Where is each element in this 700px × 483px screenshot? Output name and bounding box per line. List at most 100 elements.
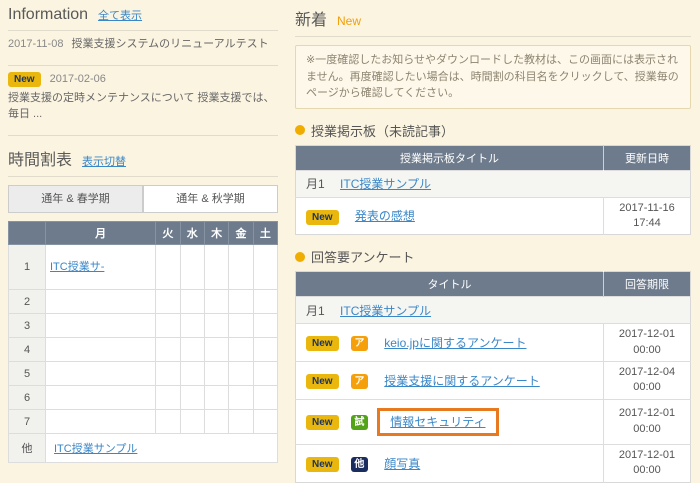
news-title: 新着 — [295, 6, 327, 30]
timetable-header: 時間割表 表示切替 — [8, 146, 278, 170]
notice-box: ※一度確認したお知らせやダウンロードした教材は、この画面には表示されません。再度… — [295, 45, 691, 109]
timetable-cell — [229, 362, 253, 386]
period-label: 3 — [9, 314, 46, 338]
display-toggle-link[interactable]: 表示切替 — [82, 153, 126, 169]
survey-section-title: 回答要アンケート — [295, 247, 691, 266]
survey-row-date: 2017-12-01 00:00 — [604, 444, 691, 482]
survey-row-date: 2017-12-01 00:00 — [604, 399, 691, 444]
timetable-cell — [180, 386, 204, 410]
timetable-grid: 月 火 水 木 金 土 1 ITC授業サ‐ 2 — [8, 221, 278, 463]
info-entry-text: 授業支援システムのリニューアルテスト — [71, 38, 268, 50]
timetable-cell — [204, 386, 228, 410]
survey-row: New ア 授業支援に関するアンケート 2017-12-04 00:00 — [296, 362, 691, 400]
timetable-cell — [156, 410, 180, 434]
day-header-wed: 水 — [180, 222, 204, 245]
timetable-cell — [46, 410, 156, 434]
timetable-cell — [253, 362, 277, 386]
survey-link[interactable]: 顔写真 — [384, 457, 420, 471]
day-header-tue: 火 — [156, 222, 180, 245]
timetable-cell — [204, 362, 228, 386]
timetable-cell-mon1: ITC授業サ‐ — [46, 245, 156, 290]
news-new-label: New — [337, 14, 361, 28]
survey-row: New ア keio.jpに関するアンケート 2017-12-01 00:00 — [296, 324, 691, 362]
board-post-link[interactable]: 発表の感想 — [355, 209, 415, 223]
survey-link[interactable]: 情報セキュリティ — [390, 415, 485, 429]
timetable-cell — [229, 245, 253, 290]
timetable-cell-other: ITC授業サンプル — [46, 434, 278, 463]
tab-spring-semester[interactable]: 通年 & 春学期 — [8, 185, 143, 213]
timetable-cell — [180, 290, 204, 314]
period-label: 4 — [9, 338, 46, 362]
timetable-cell — [253, 290, 277, 314]
course-row: 月1 ITC授業サンプル — [296, 170, 691, 197]
day-header-mon: 月 — [46, 222, 156, 245]
timetable-cell — [180, 362, 204, 386]
survey-category-badge: 試 — [351, 415, 368, 430]
survey-link[interactable]: 授業支援に関するアンケート — [384, 374, 540, 388]
timetable-cell — [204, 410, 228, 434]
timetable-cell — [253, 410, 277, 434]
timetable-cell — [46, 338, 156, 362]
timetable-cell — [229, 314, 253, 338]
timetable-cell — [204, 314, 228, 338]
timetable-cell — [253, 314, 277, 338]
info-entry: 2017-11-08授業支援システムのリニューアルテスト — [8, 31, 278, 59]
course-link[interactable]: ITC授業サ‐ — [50, 261, 104, 273]
timetable-cell — [180, 314, 204, 338]
left-column: Information 全て表示 2017-11-08授業支援システムのリニュー… — [8, 6, 278, 463]
timetable-cell — [180, 410, 204, 434]
timetable-cell — [156, 362, 180, 386]
timetable-cell — [46, 290, 156, 314]
timetable-cell — [156, 245, 180, 290]
new-badge: New — [8, 72, 41, 87]
day-header-thu: 木 — [204, 222, 228, 245]
timetable-cell — [204, 245, 228, 290]
information-title: Information — [8, 6, 88, 24]
day-header-fri: 金 — [229, 222, 253, 245]
survey-col-title: タイトル — [296, 272, 604, 297]
info-entry-text: 授業支援の定時メンテナンスについて 授業支援では、毎日 ... — [8, 91, 278, 123]
timetable-cell — [204, 338, 228, 362]
course-row: 月1 ITC授業サンプル — [296, 297, 691, 324]
timetable-title: 時間割表 — [8, 146, 72, 170]
timetable-cell — [253, 245, 277, 290]
course-link[interactable]: ITC授業サンプル — [340, 304, 431, 318]
new-badge: New — [306, 374, 339, 389]
board-col-date: 更新日時 — [604, 145, 691, 170]
divider — [295, 36, 691, 37]
survey-link[interactable]: keio.jpに関するアンケート — [384, 336, 526, 350]
bullet-icon — [295, 125, 305, 135]
period-label: 7 — [9, 410, 46, 434]
info-entry: New 2017-02-06 授業支援の定時メンテナンスについて 授業支援では、… — [8, 66, 278, 129]
bullet-icon — [295, 252, 305, 262]
board-section-title: 授業掲示板（未読記事） — [295, 121, 691, 140]
timetable-cell — [253, 338, 277, 362]
survey-category-badge: 他 — [351, 457, 368, 472]
period-label: 6 — [9, 386, 46, 410]
survey-row-date: 2017-12-01 00:00 — [604, 324, 691, 362]
right-column: 新着 New ※一度確認したお知らせやダウンロードした教材は、この画面には表示さ… — [295, 6, 691, 483]
tab-fall-semester[interactable]: 通年 & 秋学期 — [143, 185, 278, 213]
course-link[interactable]: ITC授業サンプル — [54, 443, 137, 455]
timetable-cell — [46, 386, 156, 410]
board-col-title: 授業掲示板タイトル — [296, 145, 604, 170]
new-badge: New — [306, 210, 339, 225]
survey-row-date: 2017-12-04 00:00 — [604, 362, 691, 400]
timetable-cell — [46, 314, 156, 338]
timetable-cell — [204, 290, 228, 314]
divider — [8, 135, 278, 136]
survey-category-badge: ア — [351, 374, 368, 389]
board-table: 授業掲示板タイトル 更新日時 月1 ITC授業サンプル New 発表の感想 20… — [295, 145, 691, 236]
board-row: New 発表の感想 2017-11-16 17:44 — [296, 197, 691, 235]
course-link[interactable]: ITC授業サンプル — [340, 177, 431, 191]
timetable-cell — [229, 386, 253, 410]
course-slot: 月1 — [306, 177, 325, 191]
timetable-cell — [156, 290, 180, 314]
timetable-cell — [156, 338, 180, 362]
divider — [8, 176, 278, 177]
info-entry-date: 2017-02-06 — [50, 73, 106, 85]
timetable-cell — [229, 338, 253, 362]
timetable-cell — [180, 245, 204, 290]
survey-category-badge: ア — [351, 336, 368, 351]
show-all-link[interactable]: 全て表示 — [98, 7, 142, 23]
